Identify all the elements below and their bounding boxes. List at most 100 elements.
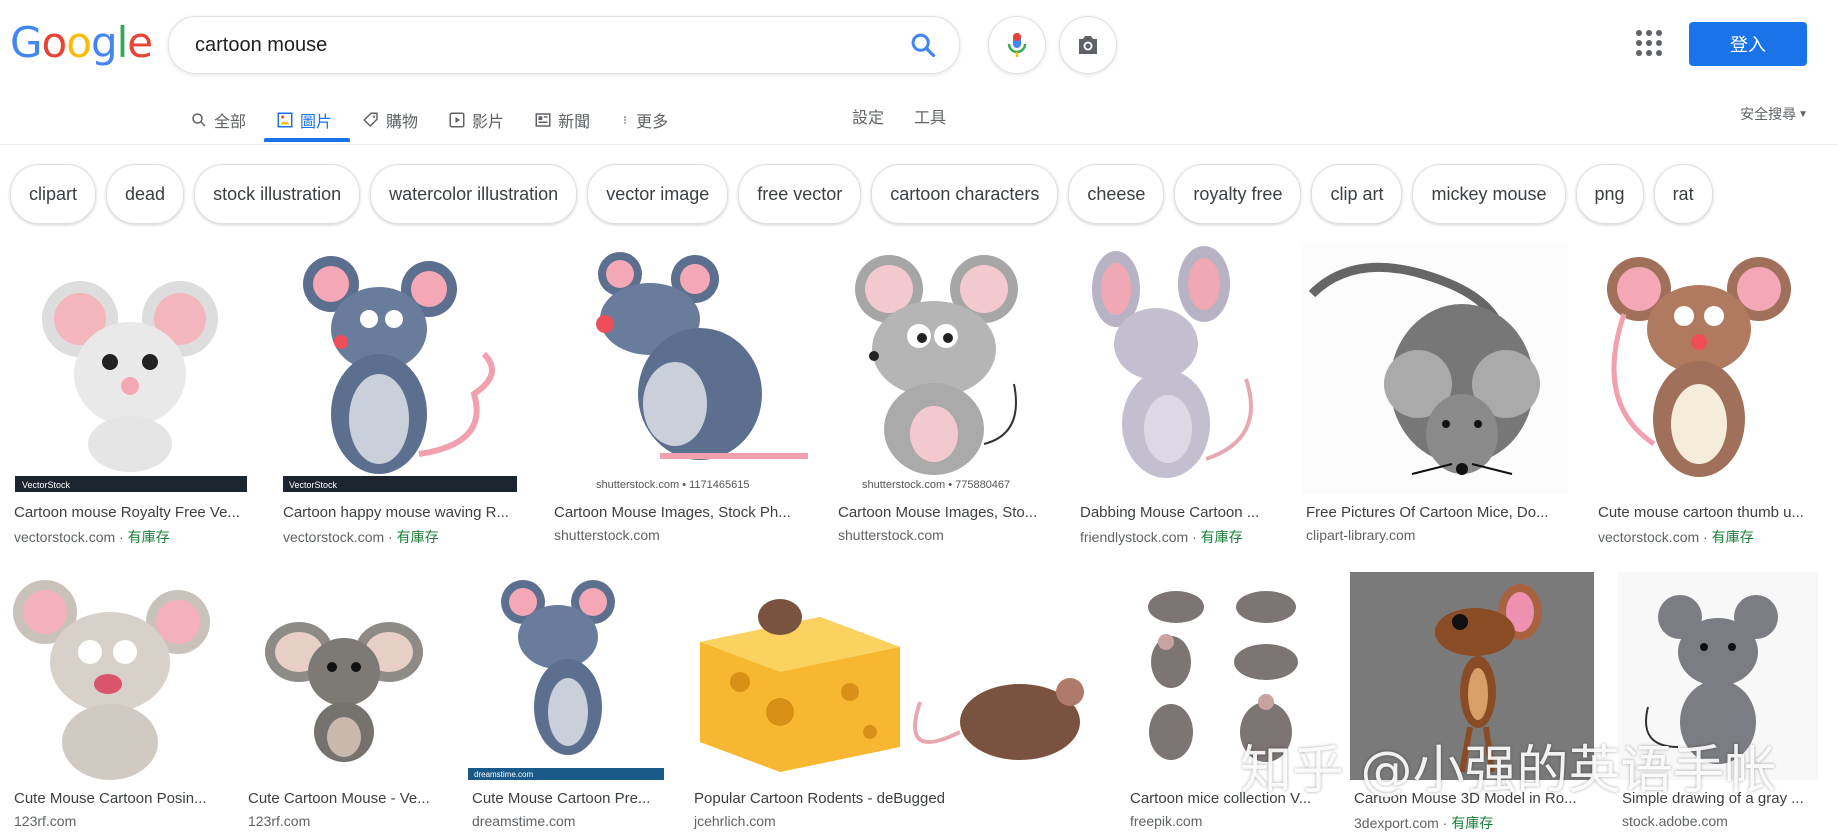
result-title[interactable]: Cute Mouse Cartoon Pre... (472, 790, 664, 807)
image-icon (277, 112, 293, 128)
tools-link[interactable]: 工具 (914, 104, 946, 128)
result-source: 123rf.com (248, 813, 311, 829)
chip[interactable]: cheese (1068, 164, 1165, 224)
caret-down-icon: ▼ (1798, 108, 1808, 120)
result-title[interactable]: Cartoon mouse Royalty Free Ve... (14, 504, 252, 521)
search-tabs: 全部 圖片 購物 影片 新聞 更多 (190, 100, 698, 144)
mouse-illustration: VectorStock (279, 244, 521, 494)
voice-search-button[interactable] (988, 16, 1046, 74)
result-title[interactable]: Popular Cartoon Rodents - deBugged (694, 790, 1102, 807)
source-domain: vectorstock.com (1598, 529, 1700, 545)
result-thumbnail[interactable]: dreamstime.com (468, 572, 664, 780)
image-result[interactable]: Cute mouse cartoon thumb u... vectorstoc… (1594, 244, 1812, 545)
result-title[interactable]: Cartoon Mouse Images, Stock Ph... (554, 504, 806, 521)
settings-link[interactable]: 設定 (852, 104, 884, 128)
result-source: stock.adobe.com (1622, 813, 1728, 829)
mouse-illustration (1302, 244, 1568, 494)
in-stock-label: 有庫存 (1711, 529, 1754, 545)
chip[interactable]: watercolor illustration (370, 164, 578, 224)
result-source: freepik.com (1130, 813, 1203, 829)
image-result[interactable]: Free Pictures Of Cartoon Mice, Do... cli… (1302, 244, 1568, 544)
safe-search-label: 安全搜尋 (1740, 106, 1797, 122)
header-divider (0, 144, 1838, 145)
result-source: jcehrlich.com (694, 813, 776, 829)
result-title[interactable]: Dabbing Mouse Cartoon ... (1080, 504, 1276, 521)
microphone-icon (1007, 33, 1027, 57)
chip[interactable]: clip art (1311, 164, 1403, 224)
result-thumbnail[interactable] (10, 572, 218, 780)
result-thumbnail[interactable] (690, 572, 1102, 780)
image-result[interactable]: Cute Mouse Cartoon Posin... 123rf.com (10, 572, 218, 834)
image-result[interactable]: VectorStock Cartoon happy mouse waving R… (279, 244, 521, 545)
image-result[interactable]: VectorStock Cartoon mouse Royalty Free V… (10, 244, 252, 545)
result-thumbnail[interactable]: shutterstock.com • 1171465615 (550, 244, 808, 494)
result-source: 123rf.com (14, 813, 77, 829)
result-thumbnail[interactable]: VectorStock (10, 244, 252, 494)
result-thumbnail[interactable] (1076, 244, 1276, 494)
chip[interactable]: dead (106, 164, 185, 224)
chip[interactable]: mickey mouse (1412, 164, 1566, 224)
chip[interactable]: png (1575, 164, 1644, 224)
chip[interactable]: rat (1653, 164, 1713, 224)
logo-letter: g (90, 18, 118, 67)
sign-in-button[interactable]: 登入 (1689, 22, 1807, 66)
tab-more[interactable]: 更多 (620, 100, 668, 140)
tab-videos[interactable]: 影片 (448, 100, 504, 140)
overlay-watermark: 知乎 @小强的英语手帐 (1240, 741, 1777, 801)
tab-shopping[interactable]: 購物 (362, 100, 418, 140)
chip[interactable]: vector image (587, 164, 729, 224)
tab-label: 全部 (214, 114, 247, 131)
result-title[interactable]: Cute mouse cartoon thumb u... (1598, 504, 1812, 521)
source-domain: vectorstock.com (14, 529, 116, 545)
thumb-watermark: dreamstime.com (474, 770, 533, 779)
image-result[interactable]: shutterstock.com • 1171465615 Cartoon Mo… (550, 244, 808, 544)
apps-grid-icon[interactable] (1636, 30, 1662, 56)
image-result[interactable]: Dabbing Mouse Cartoon ... friendlystock.… (1076, 244, 1276, 545)
tab-images[interactable]: 圖片 (264, 100, 351, 142)
result-thumbnail[interactable] (244, 572, 444, 780)
result-thumbnail[interactable]: shutterstock.com • 775880467 (834, 244, 1052, 494)
result-thumbnail[interactable]: VectorStock (279, 244, 521, 494)
search-input[interactable] (193, 27, 877, 63)
image-result[interactable]: Cute Cartoon Mouse - Ve... 123rf.com (244, 572, 444, 834)
search-box (168, 16, 960, 74)
logo-letter: o (41, 18, 68, 67)
result-thumbnail[interactable] (1594, 244, 1812, 494)
tab-label: 更多 (636, 114, 669, 131)
thumb-watermark: VectorStock (289, 480, 338, 490)
tab-all[interactable]: 全部 (190, 100, 246, 140)
image-result[interactable]: dreamstime.com Cute Mouse Cartoon Pre...… (468, 572, 664, 834)
result-source: friendlystock.com · 有庫存 (1080, 529, 1243, 545)
logo-letter: e (127, 18, 153, 67)
news-icon (535, 113, 551, 127)
safe-search-dropdown[interactable]: 安全搜尋 ▼ (1740, 104, 1808, 124)
search-icon (192, 113, 206, 127)
cheese-mouse-illustration (690, 572, 1102, 780)
result-source: vectorstock.com · 有庫存 (14, 529, 170, 545)
result-title[interactable]: Free Pictures Of Cartoon Mice, Do... (1306, 504, 1568, 521)
in-stock-label: 有庫存 (396, 529, 439, 545)
chip[interactable]: free vector (738, 164, 862, 224)
image-search-button[interactable] (1059, 16, 1117, 74)
search-icon[interactable] (909, 31, 937, 59)
result-thumbnail[interactable] (1302, 244, 1568, 494)
thumb-watermark: VectorStock (22, 480, 71, 490)
mouse-illustration (1076, 244, 1276, 494)
result-source: 3dexport.com · 有庫存 (1354, 815, 1494, 831)
tab-news[interactable]: 新聞 (534, 100, 590, 140)
result-source: vectorstock.com · 有庫存 (283, 529, 439, 545)
result-title[interactable]: Cute Mouse Cartoon Posin... (14, 790, 218, 807)
chip[interactable]: cartoon characters (871, 164, 1059, 224)
chip[interactable]: stock illustration (194, 164, 361, 224)
image-result[interactable]: Popular Cartoon Rodents - deBugged jcehr… (690, 572, 1102, 834)
thumb-watermark: shutterstock.com • 775880467 (862, 479, 1010, 491)
tab-label: 購物 (386, 114, 419, 131)
google-logo[interactable]: Google (10, 18, 153, 67)
result-title[interactable]: Cartoon happy mouse waving R... (283, 504, 521, 521)
mouse-illustration: shutterstock.com • 1171465615 (550, 244, 808, 494)
result-title[interactable]: Cartoon Mouse Images, Sto... (838, 504, 1052, 521)
chip[interactable]: royalty free (1174, 164, 1302, 224)
result-title[interactable]: Cute Cartoon Mouse - Ve... (248, 790, 444, 807)
chip[interactable]: clipart (10, 164, 97, 224)
image-result[interactable]: shutterstock.com • 775880467 Cartoon Mou… (834, 244, 1052, 544)
